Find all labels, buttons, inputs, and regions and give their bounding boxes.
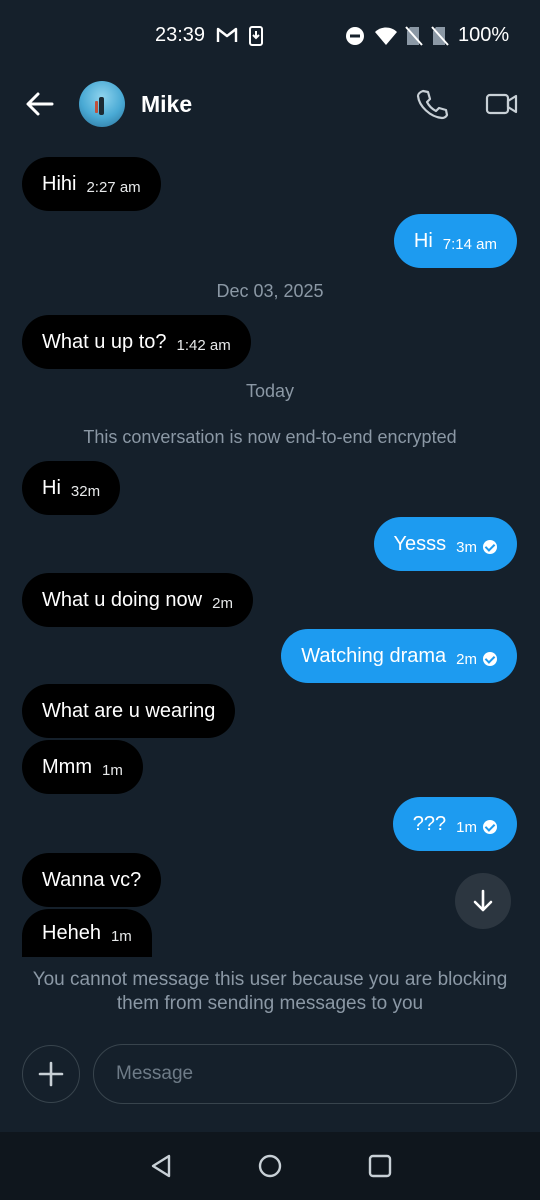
message-outgoing[interactable]: Hi 7:14 am [393,214,517,268]
message-text: ??? [412,812,447,835]
message-text: Hi [413,229,433,252]
message-incoming[interactable]: What u up to? 1:42 am [22,315,251,369]
dm-screen: 23:39 100% Mike Hihi 2:27 am Hi 7:14 am … [0,0,540,1200]
read-check-icon [483,540,497,554]
message-incoming[interactable]: Hi 32m [22,461,121,515]
message-time: 1m [456,818,477,836]
download-icon [249,26,263,51]
message-outgoing[interactable]: Yesss 3m [373,517,517,571]
message-time: 2m [212,594,233,612]
nav-home-icon[interactable] [256,1152,284,1180]
read-check-icon [483,652,497,666]
encryption-notice: This conversation is now end-to-end encr… [83,427,457,447]
message-time: 3m [456,538,477,556]
status-bar: 23:39 100% [0,0,540,72]
date-separator: Today [245,381,295,401]
message-outgoing[interactable]: Watching drama 2m [281,629,517,683]
status-time: 23:39 [155,24,206,46]
back-arrow-icon[interactable] [22,86,58,122]
message-text: Yesss [393,532,447,555]
phone-icon[interactable] [414,86,450,122]
no-sim-icon [431,26,449,51]
gmail-icon [216,26,238,49]
message-incoming[interactable]: What u doing now 2m [22,573,253,627]
plus-icon [38,1061,64,1087]
message-text: Hi [42,476,61,499]
message-outgoing[interactable]: ??? 1m [392,797,517,851]
message-incoming[interactable]: Mmm 1m [22,740,143,794]
message-text: Wanna vc? [42,868,142,891]
message-incoming[interactable]: Heheh 1m [22,909,152,957]
dnd-icon [345,26,365,51]
no-sim-icon [405,26,423,51]
message-text: What are u wearing [42,699,216,722]
message-time: 1m [101,761,123,779]
wifi-icon [374,26,398,51]
message-time: 1:42 am [176,336,231,354]
message-text: Mmm [42,755,92,778]
message-incoming[interactable]: Hihi 2:27 am [22,157,161,211]
message-time: 1m [110,927,132,945]
battery-level: 100% [458,24,510,46]
date-separator: Dec 03, 2025 [216,281,324,301]
message-incoming[interactable]: What are u wearing [22,684,236,738]
video-camera-icon[interactable] [484,86,520,122]
message-text: What u doing now [42,588,203,611]
contact-name[interactable]: Mike [141,91,192,118]
message-input[interactable] [93,1044,517,1104]
message-text: What u up to? [42,330,167,353]
read-check-icon [483,820,497,834]
message-text: Heheh [42,921,101,944]
message-time: 7:14 am [442,235,497,253]
message-time: 2m [456,650,477,668]
message-incoming[interactable]: Wanna vc? [22,853,162,907]
nav-back-icon[interactable] [147,1152,175,1180]
message-time: 32m [70,482,101,500]
system-nav-bar [0,1132,540,1200]
scroll-to-bottom-button[interactable] [455,873,511,929]
add-attachment-button[interactable] [22,1045,80,1103]
message-text: Hihi [42,172,77,195]
avatar[interactable] [79,81,125,127]
nav-recents-icon[interactable] [366,1152,394,1180]
message-text: Watching drama [301,644,447,667]
conversation-header: Mike [0,72,540,136]
arrow-down-icon [473,889,493,912]
blocked-notice: You cannot message this user because you… [32,969,508,1014]
message-time: 2:27 am [86,178,141,196]
